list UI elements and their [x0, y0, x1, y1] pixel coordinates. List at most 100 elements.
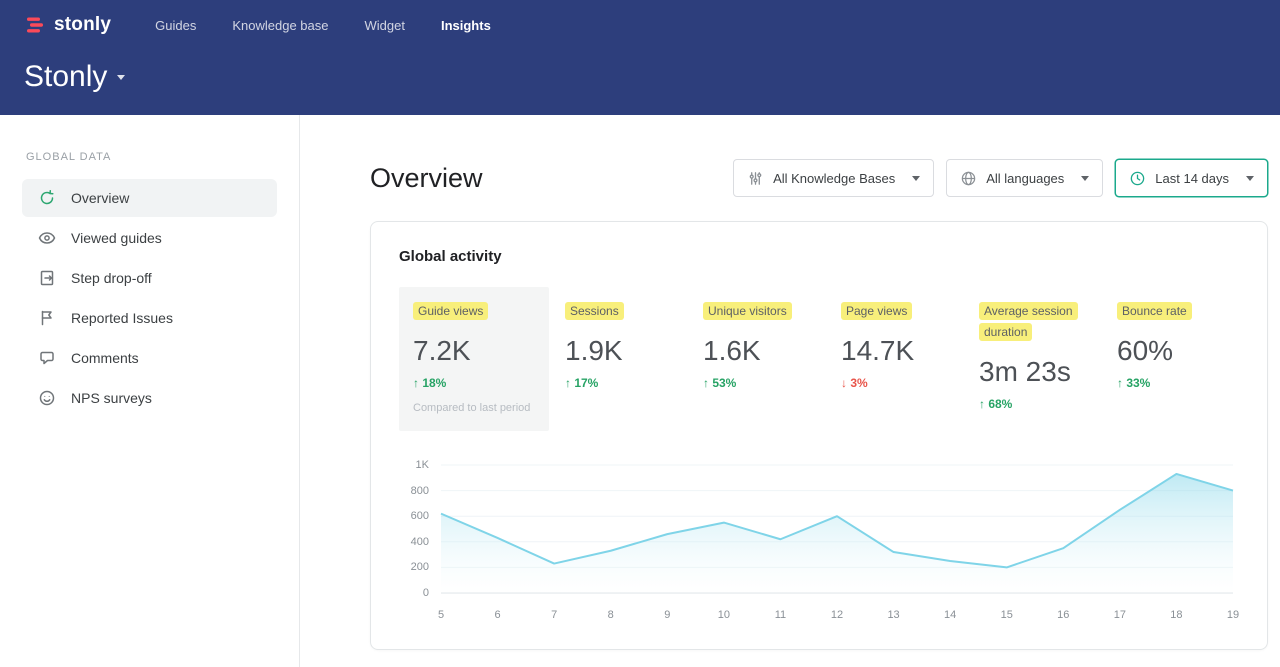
- metric-value: 14.7K: [841, 335, 963, 367]
- metric-delta: ↑ 17%: [565, 376, 687, 390]
- stonly-logo-icon: [24, 14, 46, 36]
- page-title: Overview: [370, 163, 483, 194]
- x-tick-label: 6: [495, 609, 501, 621]
- x-tick-label: 5: [438, 609, 444, 621]
- comment-icon: [38, 349, 56, 367]
- metric-delta: ↑ 33%: [1117, 376, 1239, 390]
- metric-label: Average session duration: [979, 302, 1078, 341]
- sidebar-item-overview[interactable]: Overview: [22, 179, 277, 217]
- chevron-down-icon: [117, 75, 125, 80]
- sidebar-item-comments[interactable]: Comments: [22, 339, 277, 377]
- sidebar-item-label: Overview: [71, 190, 129, 206]
- metric-label: Guide views: [413, 302, 488, 320]
- metric-bounce-rate[interactable]: Bounce rate 60% ↑ 33%: [1117, 287, 1239, 404]
- top-nav-links: Guides Knowledge base Widget Insights: [155, 18, 491, 33]
- sidebar-item-reported-issues[interactable]: Reported Issues: [22, 299, 277, 337]
- chart-y-axis: 1K8006004002000: [399, 465, 429, 593]
- y-tick-label: 1K: [416, 459, 429, 471]
- clock-icon: [1129, 170, 1146, 187]
- x-tick-label: 18: [1170, 609, 1182, 621]
- y-tick-label: 800: [411, 485, 429, 497]
- metric-unique-visitors[interactable]: Unique visitors 1.6K ↑ 53%: [703, 287, 825, 404]
- metric-page-views[interactable]: Page views 14.7K ↓ 3%: [841, 287, 963, 404]
- metric-note: Compared to last period: [413, 400, 535, 417]
- sliders-icon: [747, 170, 764, 187]
- workspace-title-dropdown[interactable]: Stonly: [24, 60, 125, 94]
- smiley-icon: [38, 389, 56, 407]
- chart-plot: 5678910111213141516171819: [441, 465, 1233, 625]
- sidebar-section-label: GLOBAL DATA: [0, 151, 299, 163]
- eye-icon: [38, 229, 56, 247]
- x-tick-label: 7: [551, 609, 557, 621]
- metric-delta: ↑ 68%: [979, 397, 1101, 411]
- language-filter-dropdown[interactable]: All languages: [946, 159, 1103, 197]
- metric-label: Sessions: [565, 302, 624, 320]
- metric-delta: ↑ 18%: [413, 376, 535, 390]
- date-range-dropdown[interactable]: Last 14 days: [1115, 159, 1268, 197]
- metric-label: Bounce rate: [1117, 302, 1192, 320]
- activity-chart: 1K8006004002000 567891011121314151617181…: [399, 465, 1239, 625]
- chevron-down-icon: [1081, 176, 1089, 181]
- y-tick-label: 600: [411, 510, 429, 522]
- x-tick-label: 15: [1001, 609, 1013, 621]
- metric-value: 1.9K: [565, 335, 687, 367]
- date-range-value: Last 14 days: [1155, 171, 1229, 186]
- step-dropoff-icon: [38, 269, 56, 287]
- x-tick-label: 14: [944, 609, 956, 621]
- chart-x-axis: 5678910111213141516171819: [441, 609, 1233, 625]
- metric-label: Unique visitors: [703, 302, 792, 320]
- x-tick-label: 19: [1227, 609, 1239, 621]
- language-filter-value: All languages: [986, 171, 1064, 186]
- main-header: Overview All Knowledge Bases: [370, 159, 1268, 197]
- metric-delta: ↑ 53%: [703, 376, 825, 390]
- sidebar-item-nps-surveys[interactable]: NPS surveys: [22, 379, 277, 417]
- metrics-row: Guide views 7.2K ↑ 18% Compared to last …: [399, 287, 1239, 431]
- x-tick-label: 17: [1114, 609, 1126, 621]
- nav-item-widget[interactable]: Widget: [365, 18, 405, 33]
- y-tick-label: 200: [411, 561, 429, 573]
- metric-avg-session-duration[interactable]: Average session duration 3m 23s ↑ 68%: [979, 287, 1101, 425]
- sidebar-item-label: Comments: [71, 350, 139, 366]
- metric-delta: ↓ 3%: [841, 376, 963, 390]
- sidebar-item-viewed-guides[interactable]: Viewed guides: [22, 219, 277, 257]
- x-tick-label: 8: [608, 609, 614, 621]
- activity-chart-svg: [441, 465, 1233, 593]
- x-tick-label: 13: [887, 609, 899, 621]
- metric-value: 7.2K: [413, 335, 535, 367]
- metric-value: 3m 23s: [979, 356, 1101, 388]
- y-tick-label: 400: [411, 536, 429, 548]
- flag-icon: [38, 309, 56, 327]
- metric-value: 60%: [1117, 335, 1239, 367]
- sidebar-item-label: Step drop-off: [71, 270, 152, 286]
- metric-sessions[interactable]: Sessions 1.9K ↑ 17%: [565, 287, 687, 404]
- metric-guide-views[interactable]: Guide views 7.2K ↑ 18% Compared to last …: [399, 287, 549, 431]
- sidebar-item-step-drop-off[interactable]: Step drop-off: [22, 259, 277, 297]
- y-tick-label: 0: [423, 587, 429, 599]
- stonly-logo[interactable]: stonly: [24, 14, 111, 36]
- top-header: stonly Guides Knowledge base Widget Insi…: [0, 0, 1280, 115]
- kb-filter-value: All Knowledge Bases: [773, 171, 895, 186]
- x-tick-label: 12: [831, 609, 843, 621]
- chevron-down-icon: [912, 176, 920, 181]
- chevron-down-icon: [1246, 176, 1254, 181]
- sidebar: GLOBAL DATA Overview Viewed guides: [0, 115, 300, 667]
- workspace-title: Stonly: [24, 60, 107, 94]
- nav-item-guides[interactable]: Guides: [155, 18, 196, 33]
- kb-filter-dropdown[interactable]: All Knowledge Bases: [733, 159, 934, 197]
- metric-label: Page views: [841, 302, 912, 320]
- x-tick-label: 16: [1057, 609, 1069, 621]
- workspace-row: Stonly: [24, 60, 1256, 94]
- stonly-logo-text: stonly: [54, 14, 111, 36]
- x-tick-label: 11: [775, 609, 786, 621]
- card-title: Global activity: [399, 248, 1239, 265]
- sidebar-item-label: Reported Issues: [71, 310, 173, 326]
- main-content: Overview All Knowledge Bases: [300, 115, 1280, 667]
- sidebar-item-label: NPS surveys: [71, 390, 152, 406]
- x-tick-label: 10: [718, 609, 730, 621]
- nav-item-insights[interactable]: Insights: [441, 18, 491, 33]
- overview-icon: [38, 189, 56, 207]
- global-activity-card: Global activity Guide views 7.2K ↑ 18% C…: [370, 221, 1268, 650]
- x-tick-label: 9: [664, 609, 670, 621]
- nav-item-knowledge-base[interactable]: Knowledge base: [232, 18, 328, 33]
- sidebar-item-label: Viewed guides: [71, 230, 162, 246]
